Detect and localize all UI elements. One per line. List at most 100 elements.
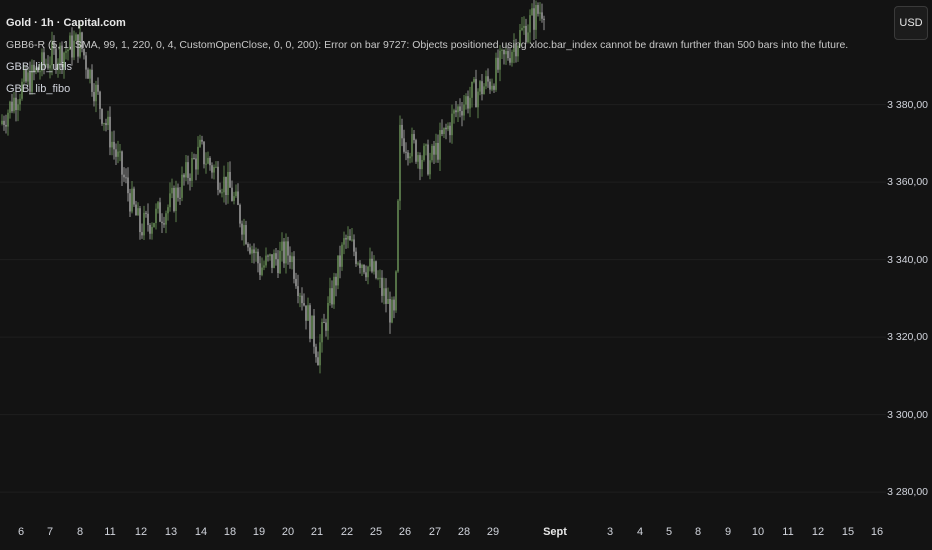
candle bbox=[115, 143, 117, 166]
candle bbox=[455, 101, 457, 118]
candle bbox=[5, 114, 7, 134]
candle bbox=[281, 232, 283, 262]
indicator-gbb-lib-utils[interactable]: GBB_lib_utils bbox=[6, 56, 848, 78]
candle bbox=[277, 250, 279, 279]
candle-body bbox=[413, 134, 415, 141]
candle bbox=[197, 136, 199, 175]
candle bbox=[379, 269, 381, 288]
candle bbox=[301, 287, 303, 311]
candle-body bbox=[111, 141, 113, 148]
candle bbox=[217, 161, 219, 196]
candle-body bbox=[401, 124, 403, 139]
candle bbox=[225, 176, 227, 205]
candle bbox=[317, 351, 319, 366]
time-axis[interactable]: 6 7 8 11 12 13 14 18 19 20 21 22 25 26 27 28 29 Sept 3 4 5 8 9… bbox=[0, 520, 886, 550]
candle-body bbox=[431, 145, 433, 161]
candle bbox=[325, 318, 327, 337]
candle-body bbox=[279, 250, 281, 274]
candle-body bbox=[11, 101, 13, 112]
candle-body bbox=[161, 221, 163, 224]
candle bbox=[237, 183, 239, 206]
candle-body bbox=[429, 160, 431, 175]
candle-body bbox=[287, 241, 289, 256]
candle-body bbox=[247, 243, 249, 248]
candle-body bbox=[399, 124, 401, 201]
candle-body bbox=[309, 305, 311, 339]
candle bbox=[363, 264, 365, 275]
candle-body bbox=[5, 124, 7, 127]
candle bbox=[367, 265, 369, 285]
candle bbox=[283, 238, 285, 268]
candle bbox=[351, 227, 353, 242]
candle bbox=[117, 140, 119, 164]
candle-body bbox=[195, 158, 197, 170]
candle bbox=[433, 141, 435, 165]
candle-body bbox=[363, 264, 365, 273]
candle bbox=[339, 245, 341, 279]
candle bbox=[241, 220, 243, 241]
candle bbox=[193, 153, 195, 160]
candle bbox=[183, 173, 185, 186]
indicator-gbb6-r[interactable]: GBB6-R (5, 1, SMA, 99, 1, 220, 0, 4, Cus… bbox=[6, 34, 848, 56]
symbol-title[interactable]: Gold · 1h · Capital.com bbox=[6, 12, 848, 34]
candle bbox=[285, 233, 287, 274]
candle-body bbox=[397, 200, 399, 272]
candle-body bbox=[463, 104, 465, 116]
indicator-gbb-lib-fibo[interactable]: GBB_lib_fibo bbox=[6, 78, 848, 100]
price-tick-1: 3 360,00 bbox=[887, 176, 928, 189]
candle bbox=[365, 265, 367, 282]
candle bbox=[221, 188, 223, 198]
time-tick-13: 26 bbox=[398, 526, 412, 538]
candle-body bbox=[115, 149, 117, 157]
candle bbox=[421, 155, 423, 177]
price-axis[interactable]: USD 3 380,00 3 360,00 3 340,00 3 320,00 3 30… bbox=[886, 0, 932, 520]
candle bbox=[213, 164, 215, 180]
candle bbox=[199, 134, 201, 148]
candle bbox=[209, 156, 211, 171]
candle-body bbox=[153, 223, 155, 228]
candle-body bbox=[329, 288, 331, 303]
candle bbox=[357, 261, 359, 266]
candle bbox=[249, 243, 251, 255]
candle bbox=[223, 165, 225, 203]
candle-body bbox=[9, 101, 11, 113]
candle bbox=[125, 168, 127, 184]
candle bbox=[371, 251, 373, 274]
time-tick-15: 28 bbox=[457, 526, 471, 538]
candle bbox=[187, 155, 189, 185]
candle-body bbox=[245, 225, 247, 244]
candle bbox=[227, 162, 229, 204]
price-tick-2: 3 340,00 bbox=[887, 253, 928, 266]
candle-body bbox=[417, 155, 419, 162]
candle-body bbox=[299, 295, 301, 297]
candle bbox=[441, 119, 443, 137]
candle bbox=[321, 318, 323, 353]
candle-body bbox=[177, 187, 179, 198]
candle-body bbox=[225, 176, 227, 196]
candle-body bbox=[349, 235, 351, 241]
candle-body bbox=[145, 212, 147, 214]
candle bbox=[163, 216, 165, 228]
candle-body bbox=[359, 263, 361, 268]
candle bbox=[445, 123, 447, 140]
time-tick-11: 22 bbox=[340, 526, 354, 538]
candle bbox=[449, 122, 451, 143]
candle bbox=[251, 245, 253, 264]
time-tick-22: 9 bbox=[724, 526, 732, 538]
candle bbox=[293, 251, 295, 284]
candle-body bbox=[421, 159, 423, 170]
candle bbox=[147, 203, 149, 232]
candle-body bbox=[183, 174, 185, 178]
candle bbox=[159, 197, 161, 223]
candle-body bbox=[387, 298, 389, 304]
candle bbox=[121, 150, 123, 186]
candle-body bbox=[251, 249, 253, 254]
currency-button[interactable]: USD bbox=[894, 6, 928, 40]
candle bbox=[203, 141, 205, 169]
candle-body bbox=[217, 166, 219, 190]
candle-body bbox=[193, 158, 195, 160]
candle bbox=[297, 274, 299, 304]
candle-body bbox=[1, 120, 3, 124]
candle-body bbox=[389, 298, 391, 323]
candle-body bbox=[3, 120, 5, 125]
